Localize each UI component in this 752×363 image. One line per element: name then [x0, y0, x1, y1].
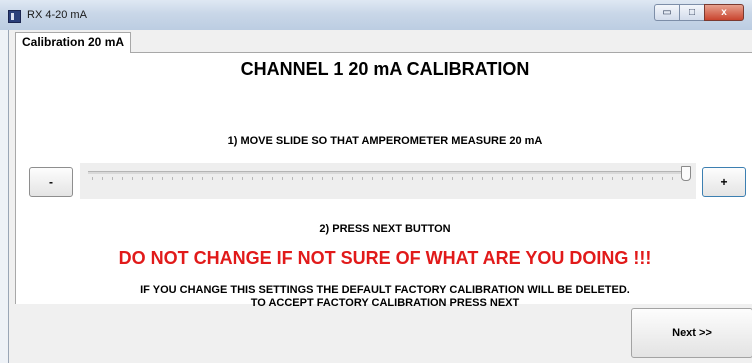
- page-title: CHANNEL 1 20 mA CALIBRATION: [240, 59, 530, 79]
- tab-calibration-20ma[interactable]: Calibration 20 mA: [15, 32, 132, 53]
- slider-track: [88, 171, 684, 174]
- warning-message: DO NOT CHANGE IF NOT SURE OF WHAT ARE YO…: [118, 248, 652, 268]
- title-bar: RX 4-20 mA ▭ □ x: [0, 0, 752, 30]
- calibration-slider[interactable]: [80, 163, 696, 199]
- increment-button[interactable]: +: [702, 167, 746, 197]
- maximize-button[interactable]: □: [679, 4, 704, 21]
- instruction-step1: 1) MOVE SLIDE SO THAT AMPEROMETER MEASUR…: [227, 135, 543, 147]
- slider-ticks: [92, 177, 680, 180]
- app-icon: [8, 10, 21, 23]
- note-line-1: IF YOU CHANGE THIS SETTINGS THE DEFAULT …: [140, 284, 630, 296]
- close-button[interactable]: x: [704, 4, 744, 21]
- tab-panel: CHANNEL 1 20 mA CALIBRATION 1) MOVE SLID…: [15, 52, 752, 309]
- window-body: Calibration 20 mA CHANNEL 1 20 mA CALIBR…: [8, 30, 752, 363]
- window-controls: ▭ □ x: [654, 4, 744, 21]
- decrement-button[interactable]: -: [29, 167, 73, 197]
- slider-thumb[interactable]: [681, 166, 691, 181]
- instruction-step2: 2) PRESS NEXT BUTTON: [319, 223, 451, 235]
- window-title: RX 4-20 mA: [27, 9, 87, 21]
- minimize-button[interactable]: ▭: [654, 4, 679, 21]
- next-button[interactable]: Next >>: [631, 308, 752, 358]
